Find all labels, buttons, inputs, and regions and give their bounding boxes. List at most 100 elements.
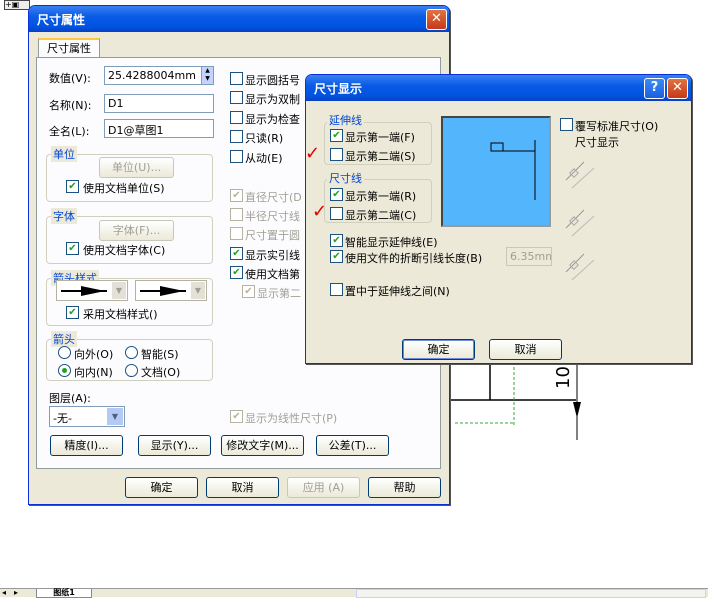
dim-display-label: 尺寸显示 [575, 136, 619, 149]
radius-label: 半径尺寸线 [245, 210, 300, 223]
value-spinner[interactable]: ▲ ▼ [201, 66, 214, 85]
show-dual-checkbox[interactable] [230, 91, 243, 104]
override-label: 覆写标准尺寸(O) [575, 120, 659, 133]
font-button[interactable]: 字体(F)... [99, 220, 174, 241]
doc-label: 文档(O) [141, 366, 181, 379]
use-doc-units-checkbox[interactable]: ✔ [66, 180, 79, 193]
show-inspect-checkbox[interactable] [230, 111, 243, 124]
break-length-field[interactable]: 6.35mm [506, 247, 552, 266]
show-second-checkbox[interactable]: ✔ [242, 285, 255, 298]
precision-button[interactable]: 精度(I)... [50, 435, 123, 456]
props-help-button[interactable]: 帮助 [368, 477, 441, 498]
show-paren-label: 显示圆括号 [245, 74, 300, 87]
props-tab-label: 尺寸属性 [47, 42, 91, 55]
font-group-title: 字体 [51, 208, 77, 224]
dimension-line-title: 尺寸线 [327, 170, 364, 186]
help-icon[interactable]: ? [644, 78, 665, 99]
preview-thumb-3 [562, 250, 600, 288]
inside-label: 向内(N) [74, 366, 113, 379]
props-cancel-button[interactable]: 取消 [206, 477, 279, 498]
dim-first-checkbox[interactable]: ✔ [330, 188, 343, 201]
props-titlebar: 尺寸属性 [29, 6, 449, 32]
display-cancel-button[interactable]: 取消 [489, 339, 562, 360]
unit-button[interactable]: 单位(U)... [99, 157, 174, 178]
layer-label: 图层(A): [49, 392, 91, 405]
arrow-style-icon [61, 286, 107, 296]
sheet-tab-label: 图纸1 [53, 588, 75, 597]
show-paren-checkbox[interactable] [230, 72, 243, 85]
center-label: 置中于延伸线之间(N) [345, 285, 450, 298]
props-tab[interactable]: 尺寸属性 [38, 38, 100, 58]
nav-last-icon[interactable]: ▸ [14, 589, 18, 597]
arrow-style-select-1[interactable]: ▼ [56, 280, 128, 301]
dim-at-center-checkbox[interactable] [230, 227, 243, 240]
sheet-tab-bar: ◂ ▸ 图纸1 [0, 588, 708, 598]
smart-ext-label: 智能显示延伸线(E) [345, 236, 438, 249]
smart-ext-checkbox[interactable]: ✔ [330, 234, 343, 247]
props-ok-button[interactable]: 确定 [125, 477, 198, 498]
use-doc-first-checkbox[interactable]: ✔ [230, 266, 243, 279]
show-linear-checkbox[interactable]: ✔ [230, 410, 243, 423]
arrow-style-select-2[interactable]: ▼ [135, 280, 207, 301]
preview-thumb-2 [562, 206, 600, 244]
dim-second-checkbox[interactable] [330, 207, 343, 220]
override-checkbox[interactable] [560, 118, 573, 131]
readonly-label: 只读(R) [245, 132, 284, 145]
thumb-icon [565, 209, 595, 237]
smart-label: 智能(S) [141, 348, 179, 361]
fullname-label: 全名(L): [49, 125, 90, 138]
name-field[interactable]: D1 [104, 94, 214, 113]
dim-at-center-label: 尺寸置于圆 [245, 229, 300, 242]
modify-text-button[interactable]: 修改文字(M)... [221, 435, 304, 456]
outside-radio[interactable] [58, 346, 71, 359]
doc-radio[interactable] [125, 364, 138, 377]
show-leader-label: 显示实引线 [245, 249, 300, 262]
center-checkbox[interactable] [330, 283, 343, 296]
display-title: 尺寸显示 [314, 82, 363, 96]
ext-first-checkbox[interactable]: ✔ [330, 129, 343, 142]
ext-second-checkbox[interactable] [330, 148, 343, 161]
readonly-checkbox[interactable] [230, 130, 243, 143]
diameter-label: 直径尺寸(D [245, 191, 302, 204]
props-apply-button[interactable]: 应用 (A) [287, 477, 360, 498]
nav-first-icon[interactable]: ◂ [2, 589, 6, 597]
diameter-checkbox[interactable]: ✔ [230, 189, 243, 202]
display-ok-button[interactable]: 确定 [402, 339, 475, 360]
tolerance-button[interactable]: 公差(T)... [316, 435, 389, 456]
extension-line-title: 延伸线 [327, 112, 364, 128]
fullname-field[interactable]: D1@草图1 [104, 119, 214, 138]
display-button[interactable]: 显示(Y)... [138, 435, 211, 456]
dimension-display-dialog: 尺寸显示 ? ✕ 延伸线 ✔ 显示第一端(F) 显示第二端(S) 尺寸线 ✔ 显… [305, 74, 692, 364]
display-close-icon[interactable]: ✕ [667, 78, 688, 99]
dim-second-label: 显示第二端(C) [345, 209, 417, 222]
annotation-check-mark: ✓ [305, 143, 321, 164]
preview-thumb-1 [562, 158, 600, 196]
preview-drawing [490, 140, 536, 200]
driven-checkbox[interactable] [230, 150, 243, 163]
chevron-down-icon: ▼ [107, 408, 123, 425]
use-doc-font-checkbox[interactable]: ✔ [66, 242, 79, 255]
chevron-down-icon: ▼ [191, 282, 205, 299]
show-linear-label: 显示为线性尺寸(P) [245, 412, 338, 425]
layer-select[interactable]: -无- ▼ [49, 406, 125, 427]
annotation-check-mark: ✓ [312, 201, 328, 222]
unit-group-title: 单位 [51, 146, 77, 162]
use-break-checkbox[interactable]: ✔ [330, 250, 343, 263]
use-doc-units-label: 使用文档单位(S) [83, 182, 165, 195]
value-field[interactable]: 25.4288004mm [104, 66, 202, 85]
dimension-text: 10 [552, 366, 574, 389]
show-inspect-label: 显示为检查 [245, 113, 300, 126]
arrow-style-icon [140, 286, 186, 296]
props-title: 尺寸属性 [37, 13, 86, 27]
use-break-label: 使用文件的折断引线长度(B) [345, 252, 483, 265]
show-second-label: 显示第二 [257, 287, 301, 300]
smart-radio[interactable] [125, 346, 138, 359]
inside-radio[interactable] [58, 364, 71, 377]
props-close-icon[interactable]: ✕ [426, 9, 447, 30]
radius-checkbox[interactable] [230, 208, 243, 221]
show-dual-label: 显示为双制 [245, 93, 300, 106]
arrow-group-title: 箭头 [51, 331, 77, 347]
show-leader-checkbox[interactable]: ✔ [230, 247, 243, 260]
layer-value: -无- [53, 412, 72, 425]
use-doc-style-checkbox[interactable]: ✔ [66, 306, 79, 319]
